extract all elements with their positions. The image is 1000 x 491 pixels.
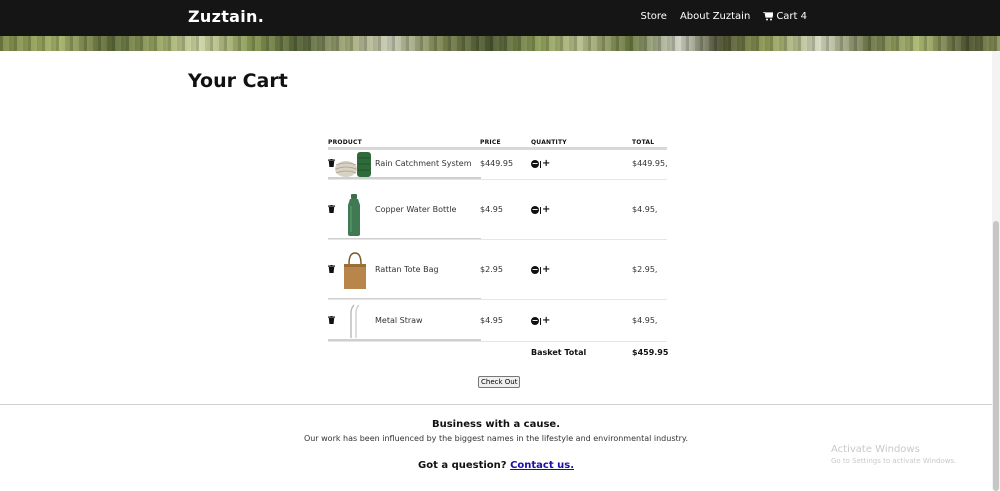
table-row: Rattan Tote Bag $2.95 − + $2.95, — [328, 240, 667, 300]
navbar: Zuztain. Store About Zuztain Cart 4 — [0, 0, 1000, 36]
scrollbar-thumb[interactable] — [993, 221, 999, 491]
plus-icon[interactable]: + — [542, 316, 550, 326]
minus-circle-icon[interactable]: − — [531, 160, 539, 168]
quantity-divider — [540, 160, 541, 168]
page-title: Your Cart — [188, 70, 288, 92]
basket-total-label: Basket Total — [531, 348, 587, 357]
quantity-stepper: − + — [531, 265, 550, 275]
cart-icon — [763, 12, 774, 21]
trash-icon[interactable] — [328, 205, 335, 213]
header-price: PRICE — [480, 139, 501, 146]
basket-total-value: $459.95 — [632, 348, 669, 357]
quantity-stepper: − + — [531, 316, 550, 326]
header-quantity: QUANTITY — [531, 139, 567, 146]
product-price: $4.95 — [480, 205, 503, 214]
scrollbar[interactable] — [992, 51, 1000, 491]
table-row: Metal Straw $4.95 − + $4.95, — [328, 300, 667, 342]
checkout-button[interactable]: Check Out — [478, 376, 521, 388]
quantity-divider — [540, 266, 541, 274]
product-price: $4.95 — [480, 316, 503, 325]
plus-icon[interactable]: + — [542, 205, 550, 215]
nav-links: Store About Zuztain Cart 4 — [641, 11, 807, 22]
plus-icon[interactable]: + — [542, 159, 550, 169]
trash-icon[interactable] — [328, 316, 335, 324]
quantity-stepper: − + — [531, 159, 550, 169]
product-name[interactable]: Copper Water Bottle — [375, 205, 456, 214]
row-total: $4.95, — [632, 205, 658, 214]
nav-about-link[interactable]: About Zuztain — [680, 11, 750, 22]
row-total: $449.95, — [632, 159, 668, 168]
brand-logo[interactable]: Zuztain. — [188, 7, 264, 26]
table-row: Copper Water Bottle $4.95 − + $4.95, — [328, 180, 667, 240]
plus-icon[interactable]: + — [542, 265, 550, 275]
question-text: Got a question? — [418, 460, 507, 471]
product-image-tote-bag — [344, 252, 366, 289]
hero-image-strip — [0, 36, 1000, 51]
footer-title: Business with a cause. — [431, 419, 560, 430]
quantity-divider — [540, 317, 541, 325]
product-image-metal-straw — [350, 304, 360, 338]
row-total: $2.95, — [632, 265, 658, 274]
product-image-rain-catchment — [335, 152, 371, 177]
activate-windows-subtitle: Go to Settings to activate Windows. — [831, 457, 957, 465]
minus-circle-icon[interactable]: − — [531, 317, 539, 325]
product-price: $449.95 — [480, 159, 514, 168]
nav-cart-link[interactable]: Cart 4 — [763, 11, 807, 22]
row-divider — [328, 341, 667, 342]
footer-divider — [0, 404, 992, 405]
product-image-copper-bottle — [348, 194, 360, 236]
row-total: $4.95, — [632, 316, 658, 325]
quantity-stepper: − + — [531, 205, 550, 215]
minus-circle-icon[interactable]: − — [531, 266, 539, 274]
activate-windows-title: Activate Windows — [831, 444, 920, 455]
trash-icon[interactable] — [328, 265, 335, 273]
header-total: TOTAL — [632, 139, 655, 146]
quantity-divider — [540, 206, 541, 214]
product-name[interactable]: Rain Catchment System — [375, 159, 472, 168]
footer-subtitle: Our work has been influenced by the bigg… — [303, 434, 689, 443]
table-row: Rain Catchment System $449.95 − + $449.95… — [328, 150, 668, 180]
minus-circle-icon[interactable]: − — [531, 206, 539, 214]
product-price: $2.95 — [480, 265, 503, 274]
header-product: PRODUCT — [328, 139, 362, 146]
contact-link[interactable]: Contact us. — [510, 460, 574, 471]
cart-count-label: Cart 4 — [776, 11, 807, 22]
nav-store-link[interactable]: Store — [641, 11, 667, 22]
product-name[interactable]: Metal Straw — [375, 316, 423, 325]
product-name[interactable]: Rattan Tote Bag — [375, 265, 439, 274]
